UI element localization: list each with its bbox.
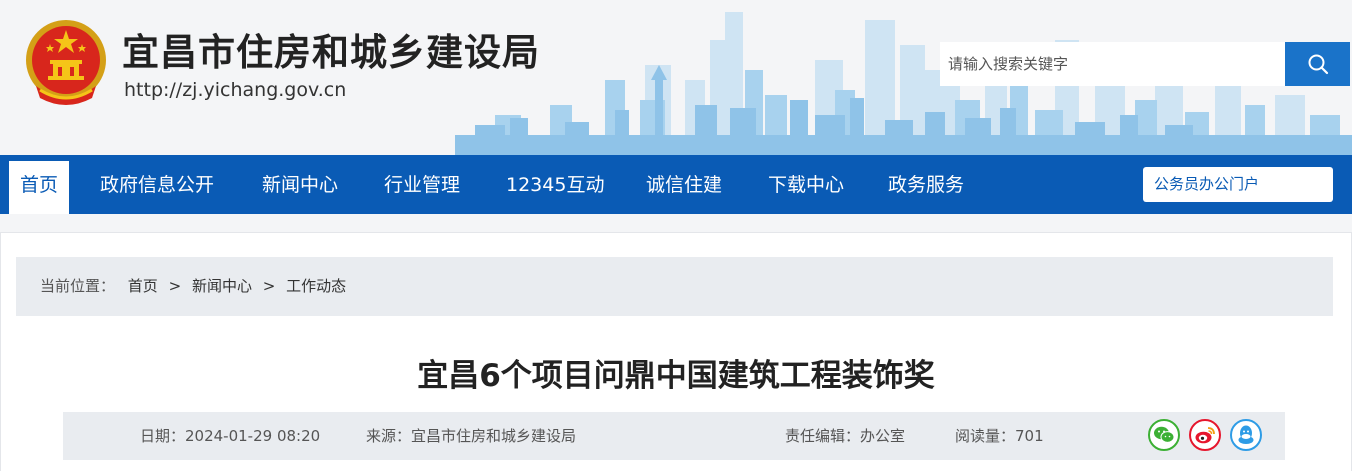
share-qq-button[interactable] xyxy=(1230,419,1262,451)
nav-item-12345[interactable]: 12345互动 xyxy=(506,155,604,214)
breadcrumb-work-updates[interactable]: 工作动态 xyxy=(286,277,346,295)
article-title: 宜昌6个项目问鼎中国建筑工程装饰奖 xyxy=(417,358,935,394)
search-input[interactable] xyxy=(940,42,1285,86)
article-source: 来源：宜昌市住房和城乡建设局 xyxy=(366,427,577,445)
breadcrumb-separator: > xyxy=(168,277,182,295)
share-weibo-button[interactable] xyxy=(1189,419,1221,451)
nav-item-gov-info[interactable]: 政府信息公开 xyxy=(100,155,214,214)
share-wechat-button[interactable] xyxy=(1148,419,1180,451)
wechat-icon xyxy=(1154,426,1175,443)
qq-icon xyxy=(1238,425,1254,444)
nav-item-home[interactable]: 首页 xyxy=(9,161,70,214)
nav-item-credit[interactable]: 诚信住建 xyxy=(646,155,722,214)
site-title: 宜昌市住房和城乡建设局 xyxy=(122,31,540,74)
article-date: 日期：2024-01-29 08:20 xyxy=(140,427,321,445)
article-editor: 责任编辑：办公室 xyxy=(785,427,906,445)
breadcrumb-separator: > xyxy=(262,277,276,295)
search-button[interactable] xyxy=(1285,42,1350,86)
nav-item-news[interactable]: 新闻中心 xyxy=(262,155,338,214)
breadcrumb-home[interactable]: 首页 xyxy=(128,277,158,295)
breadcrumb: 当前位置： 首页 > 新闻中心 > 工作动态 xyxy=(16,257,1333,316)
breadcrumb-news[interactable]: 新闻中心 xyxy=(192,277,252,295)
search-icon xyxy=(1308,54,1328,75)
nav-item-download[interactable]: 下载中心 xyxy=(768,155,844,214)
article-views: 阅读量：701 xyxy=(955,427,1044,445)
weibo-icon xyxy=(1195,427,1215,444)
civil-servant-portal-button[interactable]: 公务员办公门户 xyxy=(1143,167,1333,202)
breadcrumb-prefix: 当前位置： xyxy=(40,277,116,295)
article-meta-bar: 日期：2024-01-29 08:20 来源：宜昌市住房和城乡建设局 责任编辑：… xyxy=(63,412,1285,460)
nav-item-services[interactable]: 政务服务 xyxy=(888,155,964,214)
national-emblem-logo xyxy=(26,20,106,105)
nav-item-industry[interactable]: 行业管理 xyxy=(384,155,460,214)
site-url: http://zj.yichang.gov.cn xyxy=(124,79,347,101)
site-header: 宜昌市住房和城乡建设局 http://zj.yichang.gov.cn xyxy=(0,0,1352,155)
